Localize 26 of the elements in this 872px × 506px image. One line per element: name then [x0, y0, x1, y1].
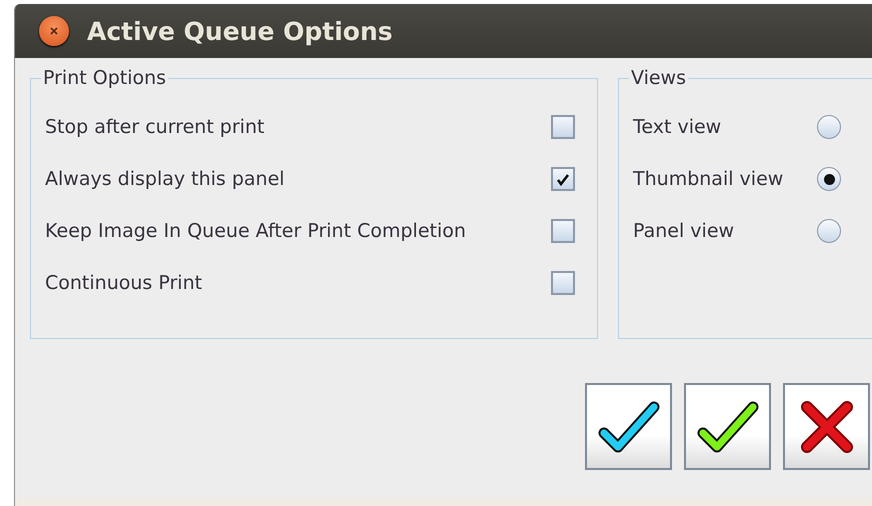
option-label: Keep Image In Queue After Print Completion: [45, 220, 466, 242]
option-label: Always display this panel: [45, 168, 285, 190]
group-title: Print Options: [41, 67, 168, 89]
option-label: Stop after current print: [45, 116, 264, 138]
apply-button[interactable]: [585, 383, 672, 470]
cancel-button[interactable]: [783, 383, 870, 470]
option-label: Panel view: [633, 220, 734, 242]
checkbox[interactable]: [551, 115, 575, 139]
option-label: Thumbnail view: [633, 168, 784, 190]
checkmark-icon: [598, 400, 660, 452]
radio-button[interactable]: [817, 167, 841, 191]
option-label: Continuous Print: [45, 272, 202, 294]
checkbox[interactable]: [551, 271, 575, 295]
window-title: Active Queue Options: [87, 16, 393, 46]
checkmark-icon: [696, 400, 758, 452]
close-button[interactable]: [39, 16, 69, 46]
radio-button[interactable]: [817, 115, 841, 139]
option-label: Text view: [633, 116, 722, 138]
cross-icon: [798, 398, 854, 454]
close-icon: [49, 26, 59, 36]
ok-button[interactable]: [684, 383, 771, 470]
checkbox[interactable]: [551, 167, 575, 191]
radio-button[interactable]: [817, 219, 841, 243]
check-icon: [556, 172, 570, 186]
checkbox[interactable]: [551, 219, 575, 243]
radio-dot: [824, 174, 834, 184]
